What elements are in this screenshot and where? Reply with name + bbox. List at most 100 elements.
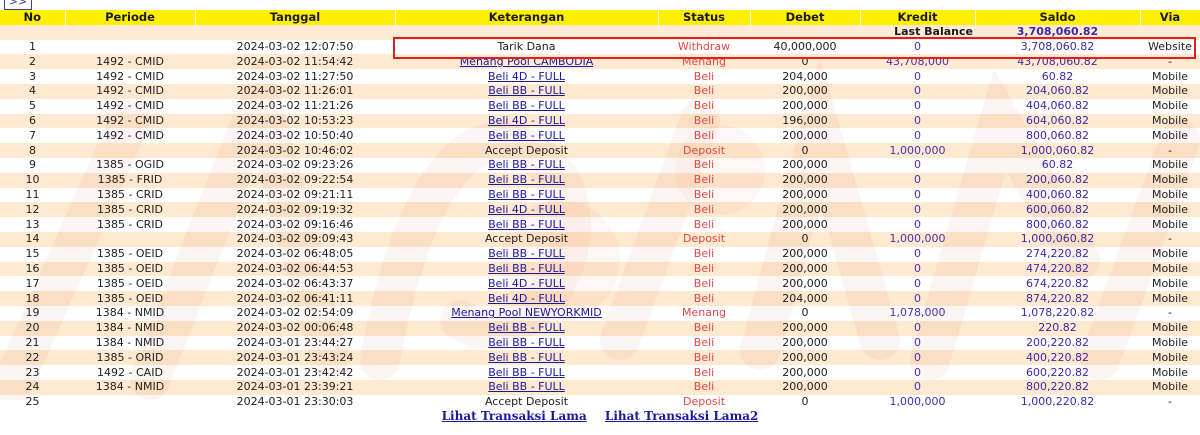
row-keterangan[interactable]: Menang Pool NEWYORKMID	[395, 305, 658, 321]
row-kredit: 0	[860, 246, 975, 262]
row-status: Beli	[658, 98, 750, 114]
row-keterangan[interactable]: Beli BB - FULL	[395, 83, 658, 99]
row-saldo: 3,708,060.82	[975, 39, 1140, 55]
table-row: 20 1384 - NMID 2024-03-02 00:06:48 Beli BB …	[0, 320, 1200, 336]
row-periode	[65, 394, 195, 410]
row-tanggal: 2024-03-02 09:22:54	[195, 172, 395, 188]
transaction-detail-link[interactable]: Beli BB - FULL	[488, 218, 565, 231]
row-kredit: 0	[860, 128, 975, 144]
row-periode: 1385 - ORID	[65, 350, 195, 366]
transaction-detail-link[interactable]: Beli BB - FULL	[488, 99, 565, 112]
row-no: 24	[0, 379, 65, 395]
row-kredit: 1,000,000	[860, 231, 975, 247]
row-keterangan[interactable]: Beli BB - FULL	[395, 335, 658, 351]
row-keterangan[interactable]: Beli BB - FULL	[395, 172, 658, 188]
row-via: Mobile	[1140, 261, 1200, 277]
row-keterangan[interactable]: Beli 4D - FULL	[395, 276, 658, 292]
transaction-detail-link[interactable]: Beli BB - FULL	[488, 84, 565, 97]
transaction-description: Accept Deposit	[484, 143, 569, 157]
table-row: 4 1492 - CMID 2024-03-02 11:26:01 Beli BB -…	[0, 83, 1200, 99]
row-kredit: 0	[860, 350, 975, 366]
table-row: 10 1385 - FRID 2024-03-02 09:22:54 Beli BB …	[0, 172, 1200, 188]
table-header-row: No Periode Tanggal Keterangan Status Deb…	[0, 10, 1200, 25]
row-via: Mobile	[1140, 350, 1200, 366]
row-via: Mobile	[1140, 379, 1200, 395]
transaction-detail-link[interactable]: Beli BB - FULL	[488, 129, 565, 142]
transaction-detail-link[interactable]: Beli BB - FULL	[488, 336, 565, 349]
next-page-button[interactable]: >>	[4, 0, 32, 10]
row-keterangan[interactable]: Beli 4D - FULL	[395, 291, 658, 306]
row-tanggal: 2024-03-01 23:43:24	[195, 350, 395, 366]
row-status: Beli	[658, 335, 750, 351]
row-keterangan[interactable]: Menang Pool CAMBODIA	[395, 54, 658, 70]
row-debet: 0	[750, 231, 860, 247]
row-keterangan[interactable]: Beli BB - FULL	[395, 261, 658, 277]
row-keterangan[interactable]: Beli BB - FULL	[395, 128, 658, 144]
transaction-detail-link[interactable]: Beli BB - FULL	[488, 247, 565, 260]
transaction-detail-link[interactable]: Beli 4D - FULL	[488, 203, 565, 216]
row-status: Menang	[658, 305, 750, 321]
row-no: 5	[0, 98, 65, 114]
transaction-detail-link[interactable]: Beli 4D - FULL	[488, 292, 565, 305]
row-status: Beli	[658, 157, 750, 173]
table-row: 2 1492 - CMID 2024-03-02 11:54:42 Menang Po…	[0, 54, 1200, 70]
table-row: 25 2024-03-01 23:30:03 Accept Deposit Depos…	[0, 394, 1200, 410]
row-no: 14	[0, 231, 65, 247]
transaction-detail-link[interactable]: Menang Pool CAMBODIA	[460, 55, 594, 68]
row-tanggal: 2024-03-02 09:19:32	[195, 202, 395, 218]
row-keterangan[interactable]: Beli 4D - FULL	[395, 113, 658, 129]
row-keterangan[interactable]: Beli BB - FULL	[395, 320, 658, 336]
row-keterangan[interactable]: Beli BB - FULL	[395, 246, 658, 262]
row-keterangan[interactable]: Beli BB - FULL	[395, 157, 658, 173]
transaction-detail-link[interactable]: Beli BB - FULL	[488, 262, 565, 275]
old-transactions-link-2[interactable]: Lihat Transaksi Lama2	[605, 409, 758, 423]
row-keterangan[interactable]: Beli BB - FULL	[395, 217, 658, 232]
row-via: Mobile	[1140, 217, 1200, 232]
row-periode: 1385 - OGID	[65, 157, 195, 173]
row-saldo: 674,220.82	[975, 276, 1140, 292]
row-status: Beli	[658, 172, 750, 188]
transaction-detail-link[interactable]: Beli BB - FULL	[488, 366, 565, 379]
transaction-detail-link[interactable]: Beli 4D - FULL	[488, 70, 565, 83]
transaction-detail-link[interactable]: Menang Pool NEWYORKMID	[451, 306, 602, 319]
row-tanggal: 2024-03-02 00:06:48	[195, 320, 395, 336]
row-keterangan[interactable]: Beli BB - FULL	[395, 350, 658, 366]
col-header-kredit: Kredit	[860, 10, 976, 25]
table-row: 18 1385 - OEID 2024-03-02 06:41:11 Beli 4D …	[0, 291, 1200, 306]
row-no: 21	[0, 335, 65, 351]
row-keterangan: Tarik Dana	[395, 39, 658, 55]
row-keterangan[interactable]: Beli 4D - FULL	[395, 69, 658, 84]
row-saldo: 200,220.82	[975, 335, 1140, 351]
row-periode: 1385 - FRID	[65, 172, 195, 188]
row-keterangan[interactable]: Beli BB - FULL	[395, 379, 658, 395]
transaction-detail-link[interactable]: Beli BB - FULL	[488, 351, 565, 364]
row-tanggal: 2024-03-02 02:54:09	[195, 305, 395, 321]
row-kredit: 0	[860, 83, 975, 99]
row-periode: 1384 - NMID	[65, 320, 195, 336]
row-keterangan[interactable]: Beli BB - FULL	[395, 187, 658, 203]
row-keterangan[interactable]: Beli BB - FULL	[395, 98, 658, 114]
table-row: 23 1492 - CAID 2024-03-01 23:42:42 Beli BB …	[0, 365, 1200, 380]
row-periode: 1492 - CMID	[65, 128, 195, 144]
transaction-detail-link[interactable]: Beli BB - FULL	[488, 321, 565, 334]
transaction-detail-link[interactable]: Beli 4D - FULL	[488, 114, 565, 127]
last-balance-value: 3,708,060.82	[975, 24, 1140, 40]
transaction-detail-link[interactable]: Beli BB - FULL	[488, 158, 565, 171]
row-kredit: 43,708,000	[860, 54, 975, 70]
row-tanggal: 2024-03-02 10:50:40	[195, 128, 395, 144]
transaction-detail-link[interactable]: Beli 4D - FULL	[488, 277, 565, 290]
row-periode: 1492 - CMID	[65, 113, 195, 129]
transaction-detail-link[interactable]: Beli BB - FULL	[488, 380, 565, 393]
old-transactions-link[interactable]: Lihat Transaksi Lama	[442, 409, 587, 423]
row-tanggal: 2024-03-02 11:54:42	[195, 54, 395, 70]
row-keterangan[interactable]: Beli BB - FULL	[395, 365, 658, 380]
row-status: Deposit	[658, 394, 750, 410]
transaction-detail-link[interactable]: Beli BB - FULL	[488, 188, 565, 201]
row-kredit: 0	[860, 69, 975, 84]
row-keterangan[interactable]: Beli 4D - FULL	[395, 202, 658, 218]
row-debet: 200,000	[750, 246, 860, 262]
row-periode: 1385 - OEID	[65, 276, 195, 292]
transaction-detail-link[interactable]: Beli BB - FULL	[488, 173, 565, 186]
row-tanggal: 2024-03-02 11:26:01	[195, 83, 395, 99]
last-balance-empty	[1140, 24, 1200, 40]
